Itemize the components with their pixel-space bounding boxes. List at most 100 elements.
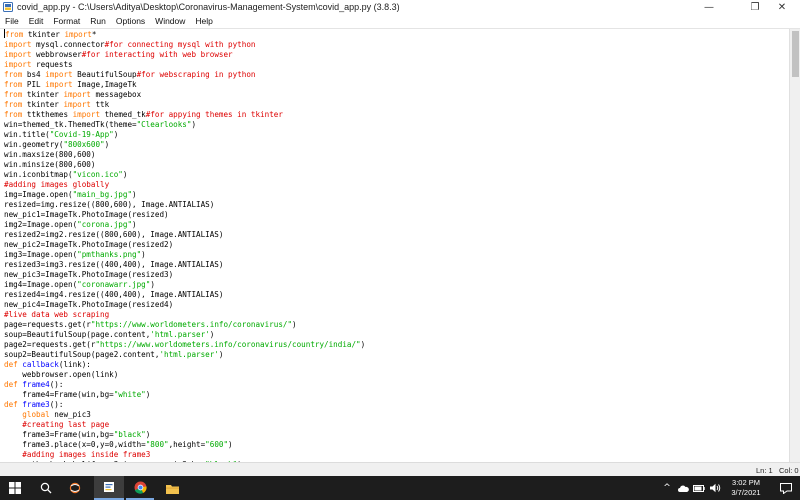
code-token: "Covid-19-App" (49, 130, 114, 139)
speaker-icon[interactable] (708, 476, 722, 500)
code-token: resized2=img2.resize((800,600), Image.AN… (4, 230, 224, 239)
code-token: def (4, 360, 18, 369)
code-token: global (22, 410, 50, 419)
code-token: tkinter (23, 30, 65, 39)
taskbar-clock[interactable]: 3:02 PM 3/7/2021 (722, 478, 770, 498)
clock-time: 3:02 PM (732, 478, 760, 487)
code-token: frame4 (22, 380, 50, 389)
menu-file[interactable]: File (0, 16, 24, 26)
menu-window[interactable]: Window (150, 16, 190, 26)
code-token: frame4=Frame(win,bg= (4, 390, 114, 399)
code-token: "black" (113, 430, 146, 439)
code-token: ttkthemes (22, 110, 73, 119)
menu-bar: File Edit Format Run Options Window Help (0, 14, 800, 29)
code-token: win.iconbitmap( (4, 170, 73, 179)
code-token: ) (132, 190, 137, 199)
code-editor[interactable]: from tkinter import* import mysql.connec… (0, 29, 789, 462)
code-token: img2=Image.open( (4, 220, 78, 229)
code-token: import (72, 110, 101, 119)
code-token: webbrowser.open(link) (4, 370, 119, 379)
code-token: "coronawarr.jpg" (77, 280, 151, 289)
code-token: #adding images globally (4, 180, 110, 189)
file-explorer-icon[interactable] (158, 476, 186, 500)
code-token: new_pic1=ImageTk.PhotoImage(resized) (4, 210, 169, 219)
line-indicator: Ln: 1 (756, 466, 773, 475)
code-token: ) (191, 120, 197, 129)
code-token: "Clearlooks" (136, 120, 192, 129)
code-token: frame3.place(x=0,y=0,width= (4, 440, 146, 449)
code-token: #for connecting mysql with python (104, 40, 256, 49)
code-token: #for appying themes in tkinter (145, 110, 283, 119)
code-token: new_pic3=ImageTk.PhotoImage(resized3) (4, 270, 174, 279)
code-token: from (4, 110, 23, 119)
onedrive-icon[interactable] (676, 476, 690, 500)
menu-edit[interactable]: Edit (24, 16, 49, 26)
code-token: messagebox (90, 90, 142, 99)
code-token: new_pic4=ImageTk.PhotoImage(resized4) (4, 300, 174, 309)
windows-start-icon[interactable] (0, 476, 30, 500)
code-token: import (4, 50, 32, 59)
code-token: (): (49, 380, 64, 389)
code-token: import (64, 30, 92, 39)
idle-icon[interactable] (94, 476, 124, 500)
code-token: import (4, 60, 32, 69)
code-token: 'html.parser' (159, 350, 219, 359)
scrollbar-thumb[interactable] (792, 31, 799, 77)
notifications-icon[interactable] (774, 476, 798, 500)
code-token: ) (292, 320, 297, 329)
vertical-scrollbar[interactable] (789, 29, 800, 462)
code-token: "pmthanks.png" (77, 250, 142, 259)
code-token: bs4 (22, 70, 46, 79)
code-token: import (4, 40, 32, 49)
python-idle-icon (3, 2, 13, 12)
code-token: ) (132, 220, 137, 229)
code-token: ) (360, 340, 366, 349)
menu-help[interactable]: Help (190, 16, 217, 26)
code-token: ) (218, 350, 224, 359)
code-token: callback (22, 360, 59, 369)
code-token: frame3=Frame(win,bg= (4, 430, 114, 439)
code-token: ) (145, 430, 151, 439)
task-view-icon[interactable] (62, 476, 88, 500)
taskbar: ^ 3:02 PM 3/7/2021 (0, 476, 800, 500)
code-token: "corona.jpg" (77, 220, 133, 229)
code-token: (): (49, 400, 64, 409)
code-token: BeautifulSoup (72, 70, 137, 79)
code-text[interactable]: from tkinter import* import mysql.connec… (0, 29, 789, 462)
code-token: def (4, 400, 18, 409)
close-button[interactable]: ✕ (764, 0, 800, 14)
code-token: #for webscraping in python (136, 70, 256, 79)
chevron-up-icon[interactable]: ^ (660, 476, 674, 500)
code-token: #live data web scraping (4, 310, 110, 319)
code-token: new_pic3 (49, 410, 91, 419)
code-token: def (4, 380, 18, 389)
code-token: win.title( (4, 130, 50, 139)
code-token: from (4, 70, 23, 79)
battery-icon[interactable] (692, 476, 706, 500)
clock-date: 3/7/2021 (731, 488, 761, 497)
code-token: tkinter (22, 90, 64, 99)
code-token: requests (31, 60, 73, 69)
menu-format[interactable]: Format (48, 16, 85, 26)
code-token: img4=Image.open( (4, 280, 78, 289)
code-token: ) (122, 170, 128, 179)
search-icon[interactable] (32, 476, 60, 500)
code-token: "https://www.worldometers.info/coronavir… (90, 320, 293, 329)
code-token: "white" (113, 390, 146, 399)
code-token: * (91, 30, 97, 39)
code-token: mysql.connector (31, 40, 105, 49)
code-token: "vicon.ico" (72, 170, 123, 179)
menu-options[interactable]: Options (111, 16, 150, 26)
code-token: from (4, 100, 23, 109)
minimize-button[interactable]: — (691, 0, 727, 14)
code-token: from (4, 90, 23, 99)
code-token: themed_tk (100, 110, 146, 119)
window-title: covid_app.py - C:\Users\Aditya\Desktop\C… (17, 2, 400, 12)
code-token: resized4=img4.resize((400,400), Image.AN… (4, 290, 224, 299)
chrome-icon[interactable] (126, 476, 154, 500)
column-indicator: Col: 0 (779, 466, 799, 475)
code-token: page2=requests.get(r (4, 340, 96, 349)
menu-run[interactable]: Run (85, 16, 111, 26)
code-token: "https://www.worldometers.info/coronavir… (95, 340, 361, 349)
